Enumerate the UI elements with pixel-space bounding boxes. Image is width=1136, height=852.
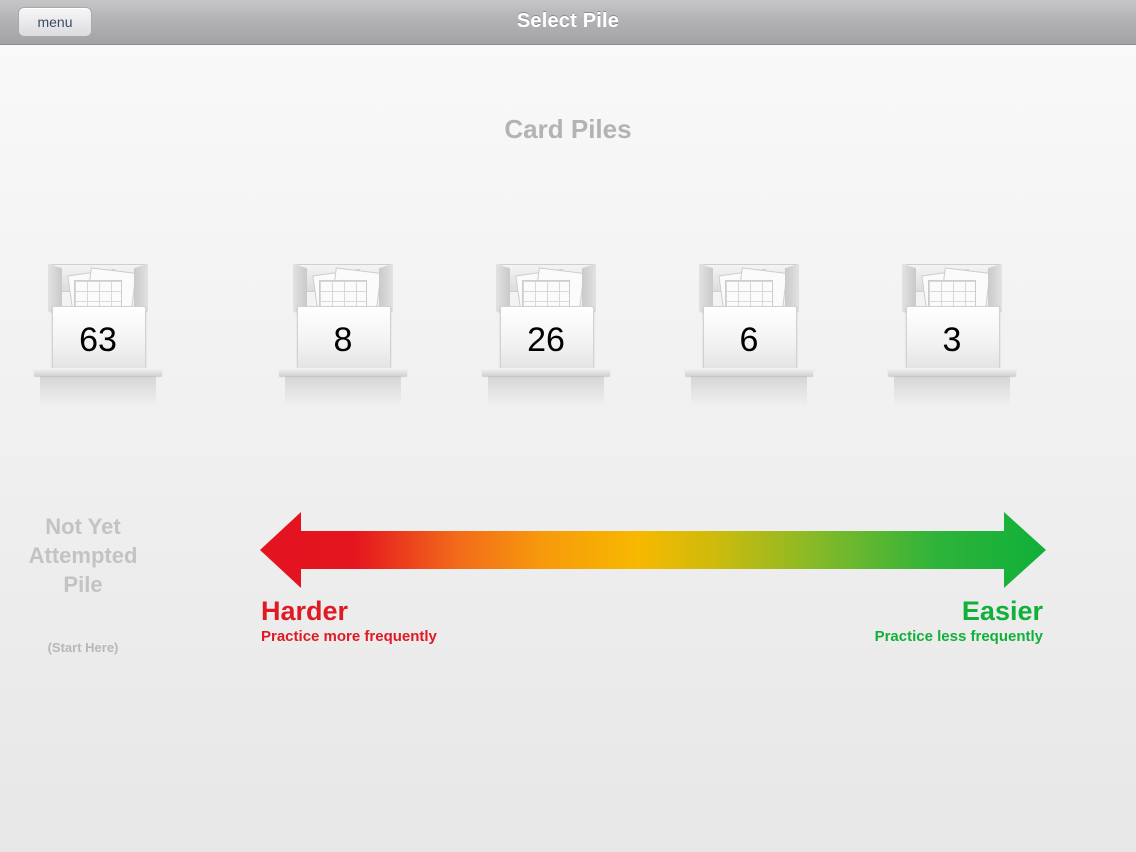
pile-count: 63 [79, 321, 117, 359]
harder-label: Harder [261, 596, 349, 626]
page-title: Select Pile [516, 10, 620, 32]
pile-count: 8 [333, 321, 353, 359]
shelf [888, 368, 1016, 376]
not-attempted-line2: Attempted [28, 543, 138, 568]
shelf [685, 368, 813, 376]
pile-not-attempted[interactable]: 63 [34, 258, 162, 408]
easier-label: Easier [961, 596, 1043, 626]
difficulty-arrow-icon [260, 512, 1046, 588]
pile-count: 6 [739, 321, 759, 359]
shelf [482, 368, 610, 376]
not-attempted-label: Not Yet Attempted Pile [8, 512, 158, 599]
pile-2[interactable]: 26 [482, 258, 610, 408]
pile-3[interactable]: 6 [685, 258, 813, 408]
shelf [34, 368, 162, 376]
pile-1[interactable]: 8 [279, 258, 407, 408]
card-piles-heading: Card Piles [504, 114, 632, 144]
not-attempted-line3: Pile [63, 572, 103, 597]
not-attempted-line1: Not Yet [45, 514, 121, 539]
pile-4[interactable]: 3 [888, 258, 1016, 408]
start-here-hint: (Start Here) [47, 640, 119, 655]
harder-subtitle: Practice more frequently [261, 628, 437, 645]
navigation-bar: menu Select Pile [0, 0, 1136, 45]
pile-count: 26 [527, 321, 565, 359]
shelf [279, 368, 407, 376]
easier-subtitle: Practice less frequently [874, 628, 1043, 645]
pile-count: 3 [942, 321, 962, 359]
